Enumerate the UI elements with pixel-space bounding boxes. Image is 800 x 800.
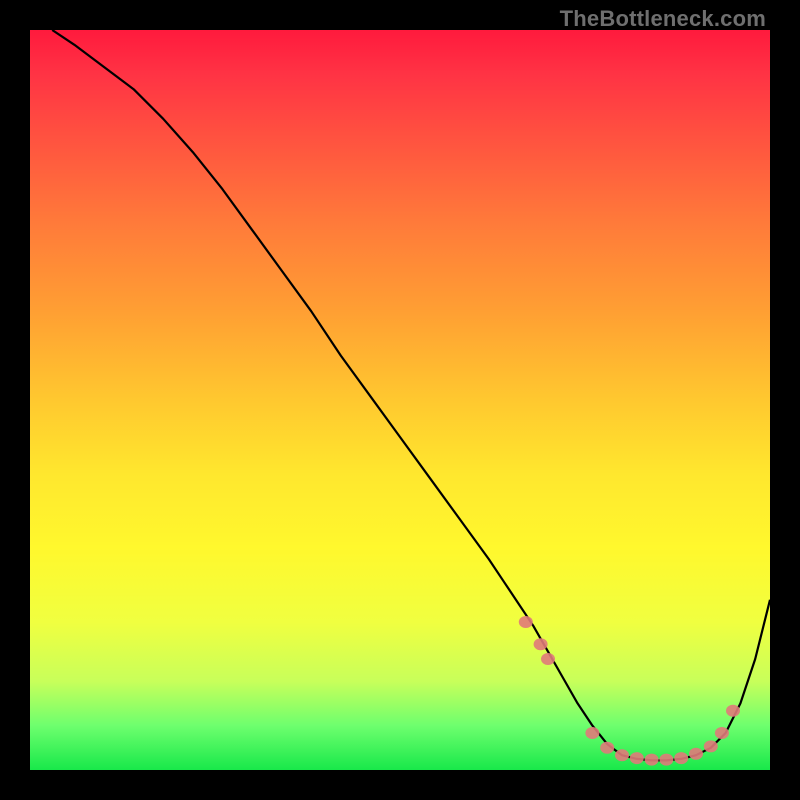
data-marker bbox=[600, 742, 614, 754]
plot-area bbox=[30, 30, 770, 770]
data-marker bbox=[541, 653, 555, 665]
bottleneck-curve bbox=[52, 30, 770, 760]
marker-group bbox=[519, 616, 740, 766]
data-marker bbox=[534, 638, 548, 650]
data-marker bbox=[674, 752, 688, 764]
data-marker bbox=[726, 705, 740, 717]
data-marker bbox=[519, 616, 533, 628]
data-marker bbox=[645, 754, 659, 766]
chart-frame: TheBottleneck.com bbox=[0, 0, 800, 800]
data-marker bbox=[630, 752, 644, 764]
data-marker bbox=[715, 727, 729, 739]
data-marker bbox=[659, 754, 673, 766]
data-marker bbox=[615, 749, 629, 761]
curve-layer bbox=[30, 30, 770, 770]
data-marker bbox=[585, 727, 599, 739]
data-marker bbox=[704, 740, 718, 752]
watermark-text: TheBottleneck.com bbox=[560, 6, 766, 32]
data-marker bbox=[689, 748, 703, 760]
